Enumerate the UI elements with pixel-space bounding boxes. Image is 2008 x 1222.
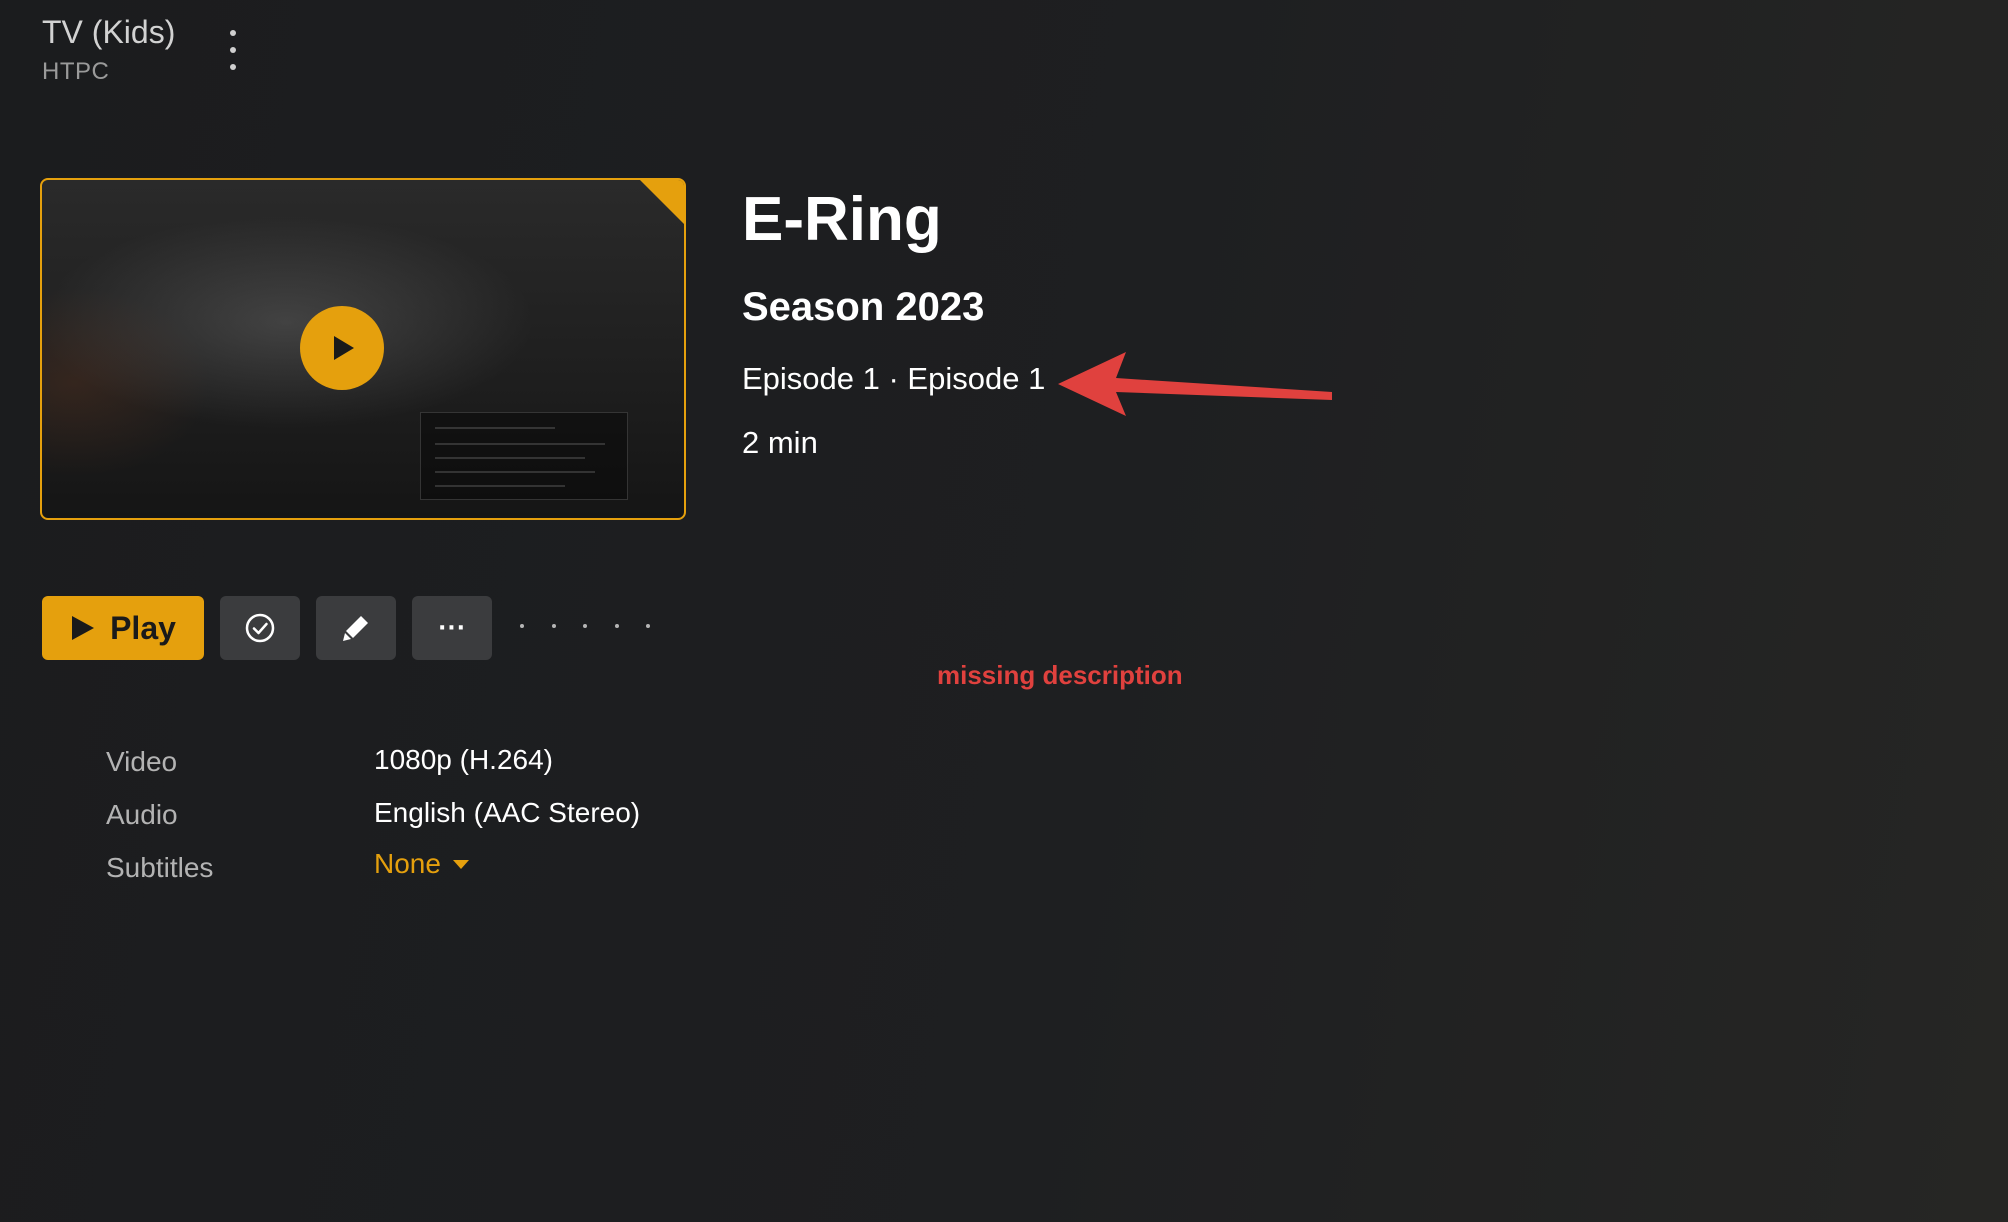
more-options-button[interactable]: ··· [412, 596, 492, 660]
thumbnail-scene-overlay [420, 412, 628, 500]
more-options-label: ··· [437, 615, 467, 641]
server-name: HTPC [42, 58, 110, 85]
play-icon [72, 616, 95, 640]
pencil-icon [343, 616, 368, 641]
play-icon [334, 336, 354, 360]
menu-dot [230, 47, 236, 53]
episode-thumbnail[interactable] [40, 178, 686, 520]
video-label: Video [106, 746, 178, 777]
unwatched-corner-badge [640, 180, 684, 224]
play-button[interactable]: Play [42, 596, 204, 660]
episode-info: Episode 1 · Episode 1 [742, 361, 1046, 396]
subtitles-value: None [374, 848, 441, 879]
loading-indicator [520, 622, 650, 630]
edit-button[interactable] [316, 596, 396, 660]
video-value: 1080p (H.264) [374, 744, 554, 775]
menu-dot [230, 30, 236, 36]
mark-watched-button[interactable] [220, 596, 300, 660]
thumbnail-play-button[interactable] [300, 306, 384, 390]
caret-down-icon [452, 859, 469, 869]
play-button-label: Play [110, 609, 176, 646]
subtitles-label: Subtitles [106, 852, 214, 883]
annotation-arrow-icon [1058, 352, 1332, 416]
show-title[interactable]: E-Ring [742, 184, 942, 255]
menu-dot [230, 64, 236, 70]
audio-label: Audio [106, 799, 178, 830]
annotation-note: missing description [937, 660, 1183, 690]
check-circle-icon [245, 613, 275, 643]
subtitles-dropdown[interactable]: None [374, 848, 469, 880]
kebab-menu-icon[interactable] [220, 30, 246, 70]
audio-value: English (AAC Stereo) [374, 797, 641, 828]
duration: 2 min [742, 425, 818, 460]
library-title: TV (Kids) [42, 14, 176, 50]
season-title[interactable]: Season 2023 [742, 285, 984, 330]
